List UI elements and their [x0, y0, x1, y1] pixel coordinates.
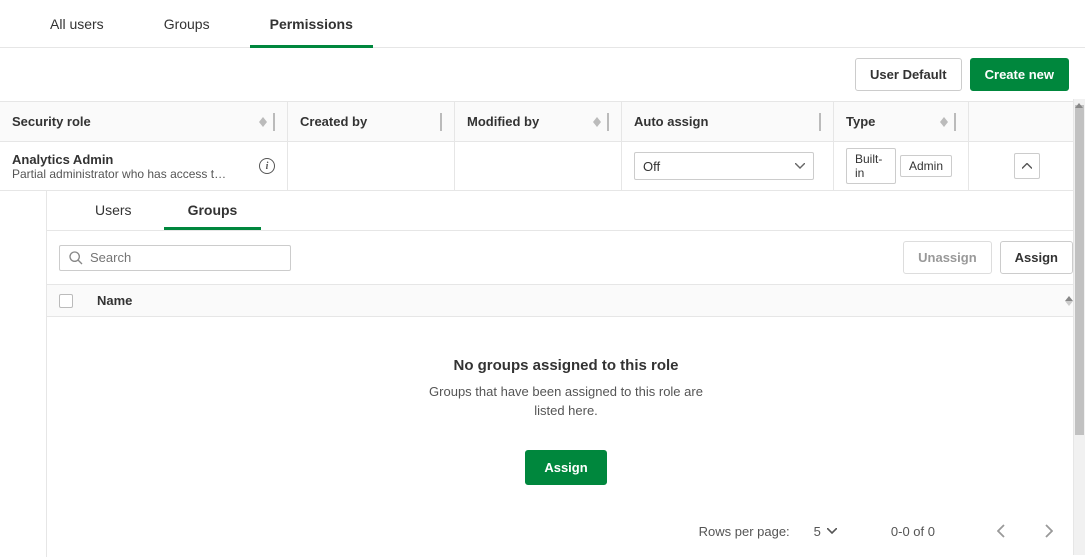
- column-resize-handle[interactable]: [607, 113, 609, 131]
- toolbar: User Default Create new: [0, 48, 1085, 102]
- auto-assign-cell: Off: [622, 142, 834, 190]
- empty-state-text-1: Groups that have been assigned to this r…: [67, 384, 1065, 399]
- column-resize-handle[interactable]: [954, 113, 956, 131]
- collapse-button[interactable]: [1014, 153, 1040, 179]
- role-name: Analytics Admin: [12, 152, 251, 167]
- rows-per-page-label: Rows per page:: [699, 524, 790, 539]
- scroll-up-arrow[interactable]: [1073, 99, 1085, 111]
- type-cell: Built-in Admin: [834, 142, 969, 190]
- empty-state: No groups assigned to this role Groups t…: [47, 317, 1085, 505]
- search-input-wrap[interactable]: [59, 245, 291, 271]
- sort-icon: [940, 117, 948, 127]
- pagination: Rows per page: 5 0-0 of 0: [47, 505, 1085, 557]
- select-all-checkbox[interactable]: [59, 294, 73, 308]
- sort-icon: [259, 117, 267, 127]
- groups-table-header: Name: [47, 285, 1085, 317]
- user-default-button[interactable]: User Default: [855, 58, 962, 91]
- actions-cell: [969, 142, 1085, 190]
- role-detail-panel: Users Groups Unassign Assign Name No gro…: [46, 191, 1085, 557]
- type-chip-admin: Admin: [900, 155, 952, 177]
- name-column-header[interactable]: Name: [97, 293, 1065, 308]
- column-resize-handle[interactable]: [440, 113, 442, 131]
- col-modified-by-label: Modified by: [467, 114, 539, 129]
- created-by-cell: [288, 142, 455, 190]
- auto-assign-value: Off: [643, 159, 660, 174]
- role-row[interactable]: Analytics Admin Partial administrator wh…: [0, 142, 1085, 191]
- detail-tab-groups[interactable]: Groups: [160, 190, 266, 230]
- col-created-by-label: Created by: [300, 114, 367, 129]
- pagination-range: 0-0 of 0: [891, 524, 935, 539]
- role-info: Analytics Admin Partial administrator wh…: [12, 152, 251, 181]
- role-description: Partial administrator who has access t…: [12, 167, 251, 181]
- column-resize-handle[interactable]: [819, 113, 821, 131]
- tab-permissions[interactable]: Permissions: [240, 0, 383, 48]
- auto-assign-select[interactable]: Off: [634, 152, 814, 180]
- search-icon: [68, 250, 84, 266]
- detail-toolbar: Unassign Assign: [47, 231, 1085, 285]
- col-type[interactable]: Type: [834, 102, 969, 141]
- assign-button[interactable]: Assign: [1000, 241, 1073, 274]
- empty-assign-button[interactable]: Assign: [525, 450, 606, 485]
- empty-state-title: No groups assigned to this role: [67, 357, 1065, 374]
- scrollbar[interactable]: [1073, 99, 1085, 555]
- modified-by-cell: [455, 142, 622, 190]
- col-security-role[interactable]: Security role: [0, 102, 288, 141]
- sort-icon: [593, 117, 601, 127]
- detail-tab-users[interactable]: Users: [67, 190, 160, 230]
- create-new-button[interactable]: Create new: [970, 58, 1069, 91]
- role-cell: Analytics Admin Partial administrator wh…: [0, 142, 288, 190]
- scrollbar-thumb[interactable]: [1075, 105, 1084, 435]
- roles-grid-header: Security role Created by Modified by Aut…: [0, 102, 1085, 142]
- tab-all-users[interactable]: All users: [20, 0, 134, 48]
- col-auto-assign-label: Auto assign: [634, 114, 708, 129]
- col-actions: [969, 102, 1085, 141]
- search-input[interactable]: [90, 250, 282, 265]
- chevron-down-icon: [827, 528, 837, 534]
- chevron-up-icon: [1022, 163, 1032, 169]
- col-modified-by[interactable]: Modified by: [455, 102, 622, 141]
- tab-groups[interactable]: Groups: [134, 0, 240, 48]
- type-chip-builtin: Built-in: [846, 148, 896, 184]
- col-type-label: Type: [846, 114, 875, 129]
- col-auto-assign[interactable]: Auto assign: [622, 102, 834, 141]
- chevron-down-icon: [795, 163, 805, 169]
- chevron-left-icon: [997, 524, 1005, 538]
- unassign-button[interactable]: Unassign: [903, 241, 992, 274]
- rows-per-page-value: 5: [814, 524, 821, 539]
- col-created-by[interactable]: Created by: [288, 102, 455, 141]
- rows-per-page-select[interactable]: 5: [814, 524, 837, 539]
- next-page-button[interactable]: [1037, 519, 1061, 543]
- chevron-right-icon: [1045, 524, 1053, 538]
- info-icon[interactable]: i: [259, 158, 275, 174]
- column-resize-handle[interactable]: [273, 113, 275, 131]
- detail-tabs: Users Groups: [47, 191, 1085, 231]
- empty-state-text-2: listed here.: [67, 403, 1065, 418]
- top-tabs: All users Groups Permissions: [0, 0, 1085, 48]
- col-security-role-label: Security role: [12, 114, 91, 129]
- prev-page-button[interactable]: [989, 519, 1013, 543]
- sort-icon: [1065, 296, 1073, 306]
